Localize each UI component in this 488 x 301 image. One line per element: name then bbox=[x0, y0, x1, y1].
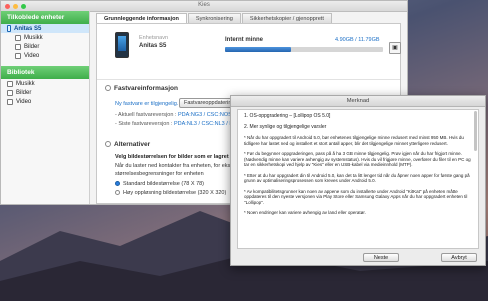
memory-bar-fill bbox=[225, 47, 292, 52]
section-bullet-icon bbox=[105, 85, 111, 92]
music-icon bbox=[15, 34, 21, 41]
notice-line: * Av kompatibilitetsgrunner kan noen av … bbox=[244, 188, 468, 205]
notice-line: 1. OS-oppgradering – [Lollipop OS 5.0] bbox=[244, 113, 331, 119]
sidebar-item-label: Bilder bbox=[16, 89, 32, 96]
library-header: Bibliotek bbox=[1, 66, 89, 79]
memory-bar bbox=[225, 47, 383, 52]
memory-value: 4.90GB / 11.79GB bbox=[335, 37, 380, 43]
dialog-title: Merknad bbox=[231, 96, 485, 107]
memory-label: Internt minne bbox=[225, 37, 264, 43]
phone-icon bbox=[7, 25, 11, 32]
notice-line: 2. Mer synlige og tilgjengelige varsler bbox=[244, 123, 327, 130]
sidebar-item-label: Anitas S5 bbox=[14, 25, 42, 32]
sidebar-item-label: Video bbox=[24, 52, 40, 59]
radio-label: Høy oppløsning bildestørrelse (320 X 320… bbox=[123, 190, 227, 196]
sidebar-item-library-pictures[interactable]: Bilder bbox=[1, 88, 89, 97]
current-firmware-label: - Aktuell fastvareversjon : bbox=[115, 112, 177, 118]
alternatives-subtitle: Velg bildestørrelsen for bilder som er l… bbox=[115, 154, 245, 160]
sidebar: Tilkoblede enheter Anitas S5 Musikk Bild… bbox=[1, 11, 90, 204]
folder-button[interactable]: ▣ bbox=[389, 42, 401, 54]
section-bullet-icon bbox=[105, 141, 111, 148]
sidebar-item-label: Musikk bbox=[24, 34, 43, 41]
notice-line: * Når du har oppgradert til Android 5.0,… bbox=[244, 135, 464, 146]
sidebar-item-library-video[interactable]: Video bbox=[1, 97, 89, 106]
tab-bar: Grunnleggende informasjon Synkronisering… bbox=[96, 13, 407, 23]
picture-icon bbox=[15, 43, 21, 50]
image-size-high-option[interactable]: Høy oppløsning bildestørrelse (320 X 320… bbox=[115, 190, 226, 196]
sidebar-item-device-pictures[interactable]: Bilder bbox=[1, 42, 89, 51]
firmware-section: Fastvareinformasjon bbox=[105, 85, 178, 92]
device-card: Enhetsnavn Anitas S5 Internt minne 4.90G… bbox=[97, 24, 401, 80]
phone-image bbox=[115, 32, 129, 58]
radio-icon[interactable] bbox=[115, 190, 120, 196]
sidebar-item-device-video[interactable]: Video bbox=[1, 51, 89, 60]
device-name: Anitas S5 bbox=[139, 43, 167, 49]
alternatives-title: Alternativer bbox=[114, 141, 151, 148]
dialog-scrollbar[interactable] bbox=[474, 111, 477, 151]
tab-backup-restore[interactable]: Sikkerhetskopier / gjenopprett bbox=[241, 13, 332, 23]
connected-devices-header: Tilkoblede enheter bbox=[1, 11, 89, 24]
video-icon bbox=[15, 52, 21, 59]
notice-line: * Etter at du har oppgradert din til And… bbox=[244, 172, 470, 184]
cancel-button[interactable]: Avbryt bbox=[441, 253, 477, 262]
firmware-new-link[interactable]: Ny fastvare er tilgjengelig. bbox=[115, 101, 178, 107]
radio-selected-icon[interactable] bbox=[115, 181, 120, 187]
sidebar-item-label: Musikk bbox=[16, 80, 35, 87]
window-title: Kies bbox=[198, 2, 210, 8]
dialog-body: 1. OS-oppgradering – [Lollipop OS 5.0] 2… bbox=[237, 109, 479, 249]
radio-label: Standard bildestørrelse (78 X 78) bbox=[123, 181, 205, 187]
image-size-standard-option[interactable]: Standard bildestørrelse (78 X 78) bbox=[115, 181, 204, 187]
alternatives-text-2: størrelsesbegrensninger for enheten bbox=[115, 171, 204, 177]
latest-firmware-label: - Siste fastvareversjon : bbox=[115, 121, 173, 127]
tab-basic-info[interactable]: Grunnleggende informasjon bbox=[96, 13, 187, 23]
firmware-title: Fastvareinformasjon bbox=[114, 85, 178, 92]
notice-line: * Før du begynner oppgraderingen, pass p… bbox=[244, 151, 471, 167]
sidebar-item-device-music[interactable]: Musikk bbox=[1, 33, 89, 42]
firmware-new-available: Ny fastvare er tilgjengelig. bbox=[115, 101, 178, 107]
sidebar-item-device[interactable]: Anitas S5 bbox=[1, 24, 89, 33]
alternatives-section: Alternativer bbox=[105, 141, 150, 148]
notice-dialog: Merknad 1. OS-oppgradering – [Lollipop O… bbox=[230, 95, 486, 266]
device-name-label: Enhetsnavn bbox=[139, 35, 169, 41]
notice-line: * Noen endringer kan variere avhengig av… bbox=[244, 210, 366, 215]
music-icon bbox=[7, 80, 13, 87]
sidebar-item-label: Bilder bbox=[24, 43, 40, 50]
tab-sync[interactable]: Synkronisering bbox=[187, 13, 241, 23]
alternatives-text-1: Når du laster ned kontakter fra enheten,… bbox=[115, 163, 246, 169]
sidebar-item-library-music[interactable]: Musikk bbox=[1, 79, 89, 88]
video-icon bbox=[7, 98, 13, 105]
sidebar-item-label: Video bbox=[16, 98, 32, 105]
next-button[interactable]: Neste bbox=[363, 253, 399, 262]
picture-icon bbox=[7, 89, 13, 96]
